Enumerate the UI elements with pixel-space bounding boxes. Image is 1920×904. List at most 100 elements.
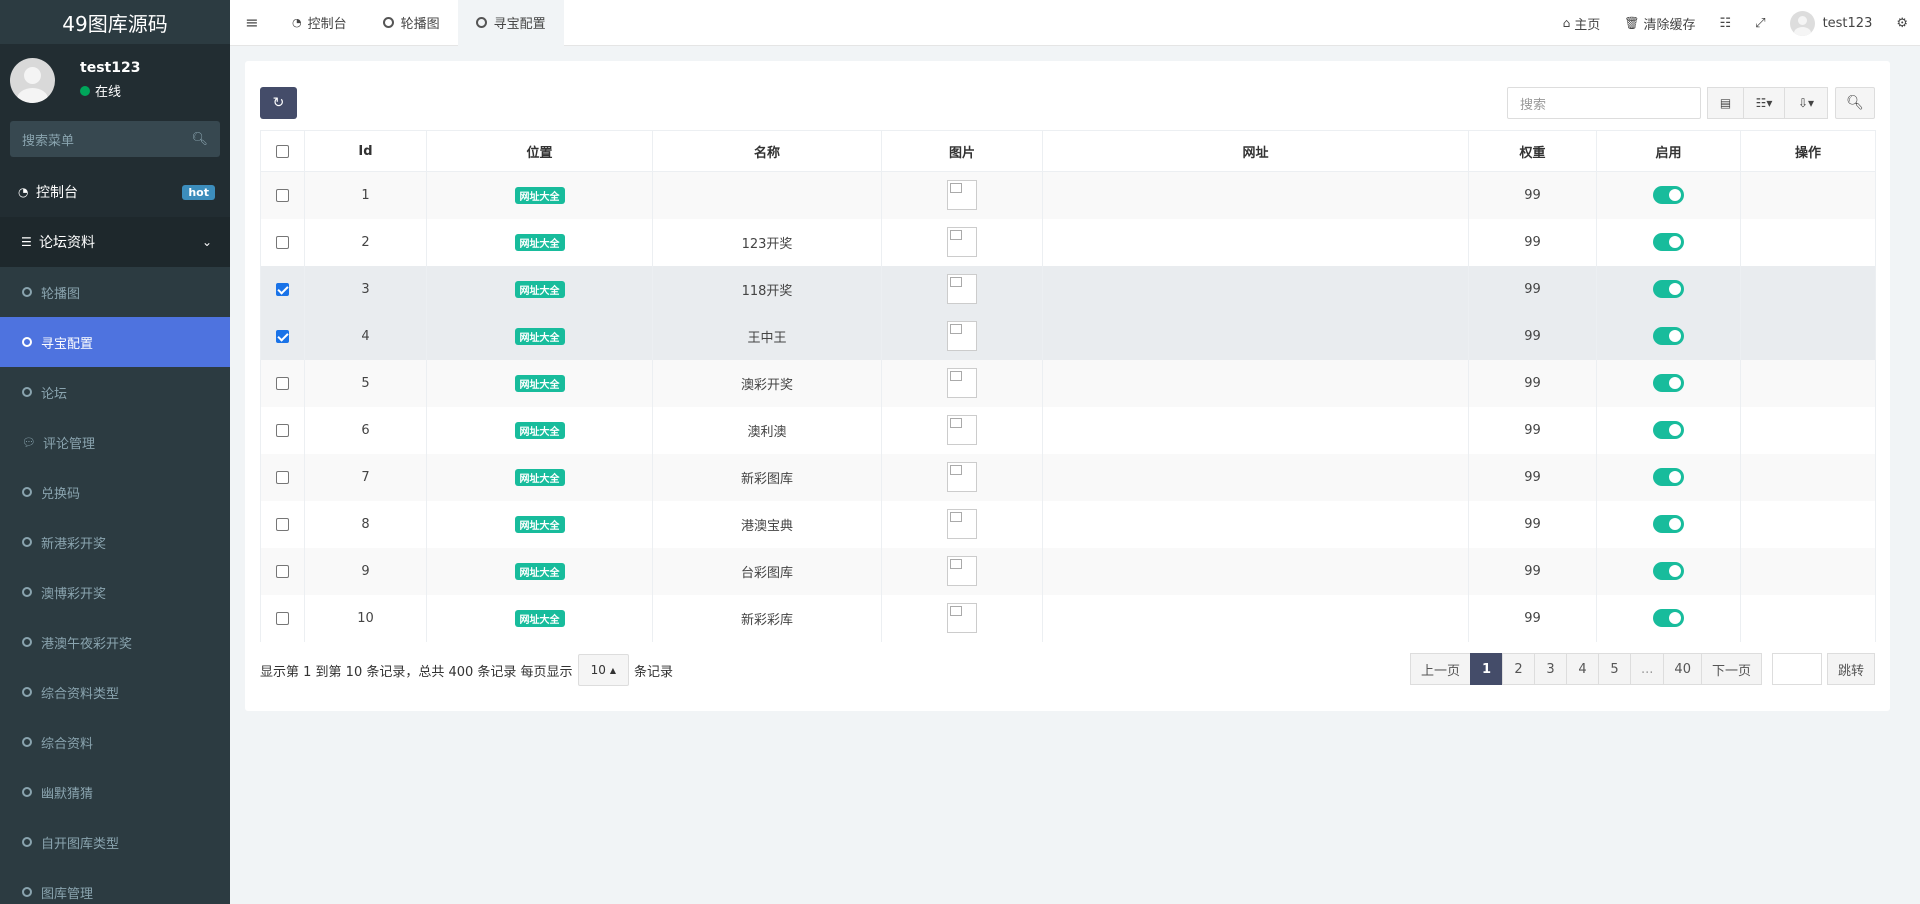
enabled-toggle[interactable] (1653, 327, 1684, 345)
table-row[interactable]: 8 网址大全 港澳宝典 99 (260, 500, 1876, 548)
sidebar-item[interactable]: 自开图库类型 (0, 817, 230, 867)
image-thumbnail[interactable] (947, 368, 977, 398)
sidebar-group-forum[interactable]: ☰ 论坛资料 ⌄ (0, 217, 230, 267)
row-checkbox[interactable] (276, 517, 289, 531)
sidebar-item[interactable]: 综合资料类型 (0, 667, 230, 717)
tab-dashboard[interactable]: ◔ 控制台 (274, 0, 365, 46)
column-header[interactable]: Id (304, 130, 427, 172)
image-thumbnail[interactable] (947, 603, 977, 633)
row-checkbox[interactable] (276, 282, 289, 296)
tab-treasure-config[interactable]: 寻宝配置 (457, 0, 564, 46)
row-checkbox[interactable] (276, 188, 289, 202)
image-thumbnail[interactable] (947, 180, 977, 211)
page-button[interactable]: 5 (1598, 653, 1632, 685)
page-jump-button[interactable]: 跳转 (1826, 653, 1875, 685)
sidebar-item-label: 控制台 (36, 185, 78, 201)
column-header[interactable]: 图片 (881, 130, 1043, 172)
fullscreen-icon[interactable]: ⤢ (1743, 0, 1777, 46)
table-row[interactable]: 2 网址大全 123开奖 99 (260, 218, 1876, 266)
column-header[interactable]: 操作 (1740, 130, 1876, 172)
table-row[interactable]: 1 网址大全 99 (260, 171, 1876, 219)
sidebar-item[interactable]: 图库管理 (0, 867, 230, 904)
weight-cell: 99 (1468, 265, 1597, 313)
table-row[interactable]: 3 网址大全 118开奖 99 (260, 265, 1876, 313)
clear-cache-button[interactable]: 🗑︎ 清除缓存 (1612, 0, 1707, 46)
enabled-toggle[interactable] (1653, 280, 1684, 298)
sidebar-item[interactable]: 新港彩开奖 (0, 517, 230, 567)
sidebar-item[interactable]: 幽默猜猜 (0, 767, 230, 817)
page-button[interactable]: 1 (1470, 653, 1504, 685)
row-checkbox[interactable] (276, 235, 289, 249)
table-row[interactable]: 4 网址大全 王中王 99 (260, 312, 1876, 360)
image-thumbnail[interactable] (947, 274, 977, 304)
table-search-input[interactable]: 搜索 (1507, 87, 1701, 119)
enabled-toggle[interactable] (1653, 562, 1684, 580)
name-cell: 118开奖 (652, 265, 882, 313)
page-jump-input[interactable] (1771, 653, 1822, 685)
image-thumbnail[interactable] (947, 462, 977, 492)
table-row[interactable]: 5 网址大全 澳彩开奖 99 (260, 359, 1876, 407)
sidebar-item[interactable]: 💬︎ 评论管理 (0, 417, 230, 467)
user-menu[interactable]: test123 (1778, 0, 1885, 46)
enabled-toggle[interactable] (1653, 233, 1684, 251)
row-checkbox[interactable] (276, 611, 289, 625)
sidebar-item[interactable]: 论坛 (0, 367, 230, 417)
page-size-select[interactable]: 10 ▲ (577, 654, 629, 686)
image-thumbnail[interactable] (947, 509, 977, 539)
page-button[interactable]: 40 (1663, 653, 1702, 685)
table-row[interactable]: 10 网址大全 新彩彩库 99 (260, 594, 1876, 642)
sidebar-item-active[interactable]: 寻宝配置 (0, 317, 230, 367)
page-button[interactable]: 4 (1566, 653, 1600, 685)
enabled-toggle[interactable] (1653, 609, 1684, 627)
enabled-toggle[interactable] (1653, 468, 1684, 486)
enabled-toggle[interactable] (1653, 421, 1684, 439)
image-cell (881, 218, 1043, 266)
tab-carousel[interactable]: 轮播图 (365, 0, 458, 46)
column-header[interactable]: 位置 (426, 130, 653, 172)
sidebar-item[interactable]: 兑换码 (0, 467, 230, 517)
language-icon[interactable]: ☷ (1708, 0, 1744, 46)
sidebar-item[interactable]: 港澳午夜彩开奖 (0, 617, 230, 667)
search-icon[interactable]: 🔍︎ (191, 132, 208, 147)
column-header[interactable]: 权重 (1468, 130, 1597, 172)
data-table: Id 位置 名称 图片 网址 权重 启用 操作 1 网址大全 99 2 网址大全 123开… (260, 130, 1876, 642)
sidebar-search-input[interactable]: 搜索菜单 🔍︎ (10, 121, 220, 157)
sidebar-item-dashboard[interactable]: ◔ 控制台 hot (0, 167, 230, 217)
prev-page-button[interactable]: 上一页 (1410, 653, 1472, 685)
image-thumbnail[interactable] (947, 556, 977, 586)
page-button[interactable]: 3 (1534, 653, 1568, 685)
search-button[interactable]: 🔍︎ (1835, 87, 1875, 119)
refresh-button[interactable]: ↻ (260, 87, 297, 119)
select-all-checkbox[interactable] (276, 144, 289, 158)
sidebar-item[interactable]: 轮播图 (0, 267, 230, 317)
image-thumbnail[interactable] (947, 321, 977, 351)
home-link[interactable]: ⌂ 主页 (1551, 0, 1613, 46)
sidebar-item[interactable]: 澳博彩开奖 (0, 567, 230, 617)
toggle-view-button[interactable]: ▤ (1707, 87, 1744, 119)
table-row[interactable]: 9 网址大全 台彩图库 99 (260, 547, 1876, 595)
row-checkbox[interactable] (276, 470, 289, 484)
export-button[interactable]: ⇩▾ (1785, 87, 1828, 119)
row-checkbox[interactable] (276, 423, 289, 437)
enabled-cell (1596, 171, 1741, 219)
enabled-toggle[interactable] (1653, 186, 1684, 205)
column-header[interactable]: 网址 (1042, 130, 1469, 172)
app-logo[interactable]: 49图库源码 (0, 0, 230, 44)
sidebar-item[interactable]: 综合资料 (0, 717, 230, 767)
enabled-toggle[interactable] (1653, 515, 1684, 533)
column-header[interactable]: 启用 (1596, 130, 1741, 172)
menu-toggle-icon[interactable]: ≡ (230, 0, 274, 46)
enabled-toggle[interactable] (1653, 374, 1684, 392)
image-thumbnail[interactable] (947, 227, 977, 257)
row-checkbox[interactable] (276, 376, 289, 390)
table-row[interactable]: 6 网址大全 澳利澳 99 (260, 406, 1876, 454)
image-thumbnail[interactable] (947, 415, 977, 445)
settings-gear-icon[interactable]: ⚙ (1884, 0, 1920, 46)
row-checkbox[interactable] (276, 564, 289, 578)
row-checkbox[interactable] (276, 329, 289, 343)
columns-button[interactable]: ☷▾ (1744, 87, 1785, 119)
page-button[interactable]: 2 (1502, 653, 1536, 685)
next-page-button[interactable]: 下一页 (1700, 653, 1762, 685)
table-row[interactable]: 7 网址大全 新彩图库 99 (260, 453, 1876, 501)
column-header[interactable]: 名称 (652, 130, 882, 172)
